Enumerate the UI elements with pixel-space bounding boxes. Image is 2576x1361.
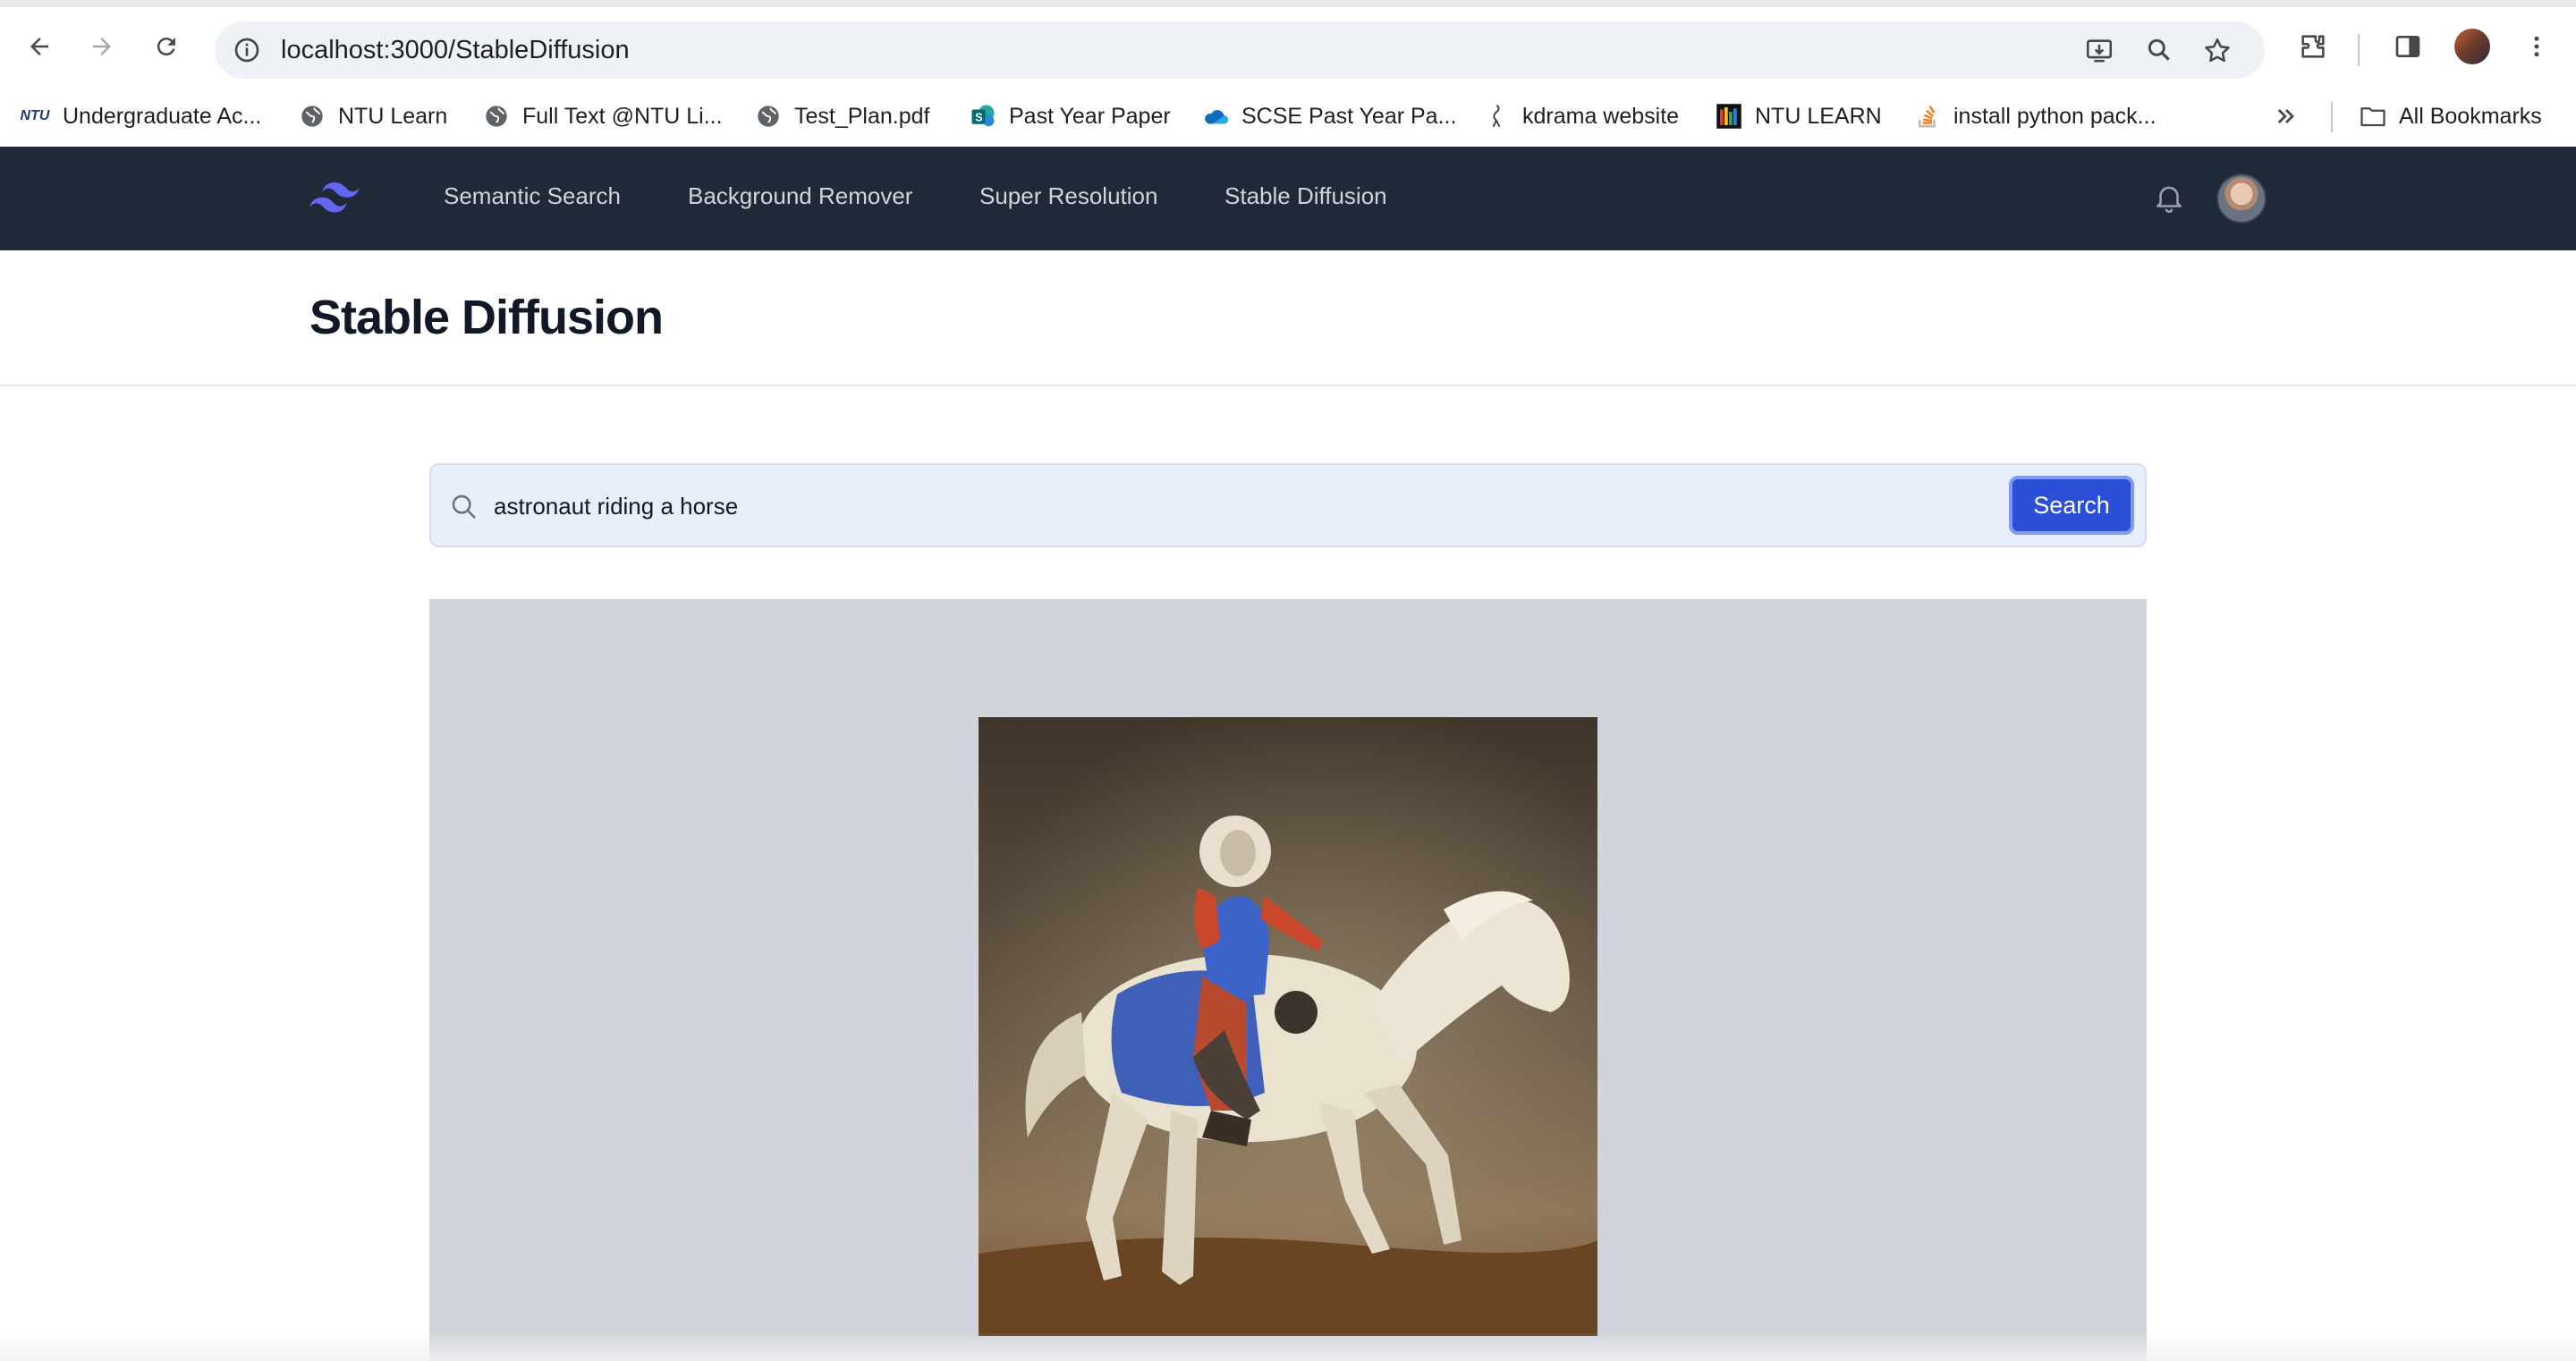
user-avatar[interactable] (2216, 173, 2267, 224)
bottom-fade (0, 1332, 2576, 1361)
reload-button[interactable] (147, 27, 186, 66)
back-button[interactable] (20, 27, 59, 66)
extensions-button[interactable] (2293, 27, 2333, 66)
side-panel-icon (2395, 36, 2420, 57)
bookmarks-bar: NTU Undergraduate Ac... NTU Learn Full T… (0, 86, 2576, 147)
forward-button[interactable] (82, 27, 122, 66)
bookmarks-divider (2331, 102, 2333, 132)
side-panel-button[interactable] (2388, 27, 2428, 66)
profile-avatar-icon (2454, 29, 2490, 64)
onedrive-icon (1202, 103, 1229, 130)
star-bookmark-icon[interactable] (2202, 36, 2233, 66)
search-button[interactable]: Search (2009, 476, 2134, 535)
zoom-icon[interactable] (2145, 36, 2174, 64)
search-icon (452, 495, 476, 519)
bookmark-ntu-learn-2[interactable]: NTU LEARN (1716, 97, 1882, 136)
generated-image (979, 717, 1597, 1336)
install-app-icon[interactable] (2084, 36, 2114, 66)
sharepoint-icon: S (970, 103, 996, 130)
globe-icon (483, 103, 510, 130)
bookmark-past-year-paper[interactable]: S Past Year Paper (970, 97, 1171, 136)
url-text: localhost:3000/StableDiffusion (281, 36, 630, 64)
bookmark-full-text[interactable]: Full Text @NTU Li... (483, 97, 723, 136)
globe-icon (299, 103, 326, 130)
bookmark-install-python[interactable]: install python pack... (1914, 97, 2157, 136)
svg-text:S: S (975, 112, 982, 124)
bookmark-undergraduate[interactable]: NTU Undergraduate Ac... (20, 97, 262, 136)
back-arrow-icon (30, 38, 48, 55)
nav-stable-diffusion[interactable]: Stable Diffusion (1224, 182, 1387, 210)
page-title: Stable Diffusion (309, 291, 664, 344)
folder-icon (2360, 103, 2386, 130)
toolbar-divider (2358, 34, 2360, 66)
bell-icon[interactable] (2152, 181, 2186, 215)
page-header: Stable Diffusion (0, 250, 2576, 386)
browser-toolbar: localhost:3000/StableDiffusion (0, 0, 2576, 86)
kebab-menu-icon (2534, 36, 2539, 57)
tailwind-logo-icon[interactable] (309, 182, 360, 213)
result-panel (429, 599, 2147, 1361)
site-info-icon[interactable] (233, 36, 261, 64)
address-bar[interactable]: localhost:3000/StableDiffusion (215, 21, 2265, 79)
nav-background-remover[interactable]: Background Remover (688, 182, 912, 210)
ntu-learn-icon (1716, 103, 1742, 130)
double-chevron-icon (2277, 109, 2294, 123)
reload-icon (157, 38, 175, 56)
all-bookmarks-button[interactable]: All Bookmarks (2360, 97, 2542, 136)
globe-icon (755, 103, 782, 130)
more-bookmarks-button[interactable] (2274, 97, 2299, 136)
profile-button[interactable] (2453, 27, 2492, 66)
nav-super-resolution[interactable]: Super Resolution (979, 182, 1157, 210)
ntu-icon: NTU (20, 108, 50, 123)
bookmark-kdrama-website[interactable]: kdrama website (1483, 97, 1679, 136)
prompt-input[interactable] (494, 485, 1925, 528)
forward-arrow-icon (93, 38, 111, 55)
bookmark-scse-past-year[interactable]: SCSE Past Year Pa... (1202, 97, 1456, 136)
nav-semantic-search[interactable]: Semantic Search (444, 182, 621, 210)
bookmark-ntu-learn[interactable]: NTU Learn (299, 97, 447, 136)
bookmark-icon (1483, 103, 1510, 130)
bookmark-test-plan[interactable]: Test_Plan.pdf (755, 97, 930, 136)
app-navbar: Semantic Search Background Remover Super… (0, 147, 2576, 250)
stackoverflow-icon (1914, 103, 1941, 130)
puzzle-icon (2301, 35, 2325, 58)
chrome-menu-button[interactable] (2517, 27, 2556, 66)
prompt-search-box: Search (429, 463, 2147, 547)
